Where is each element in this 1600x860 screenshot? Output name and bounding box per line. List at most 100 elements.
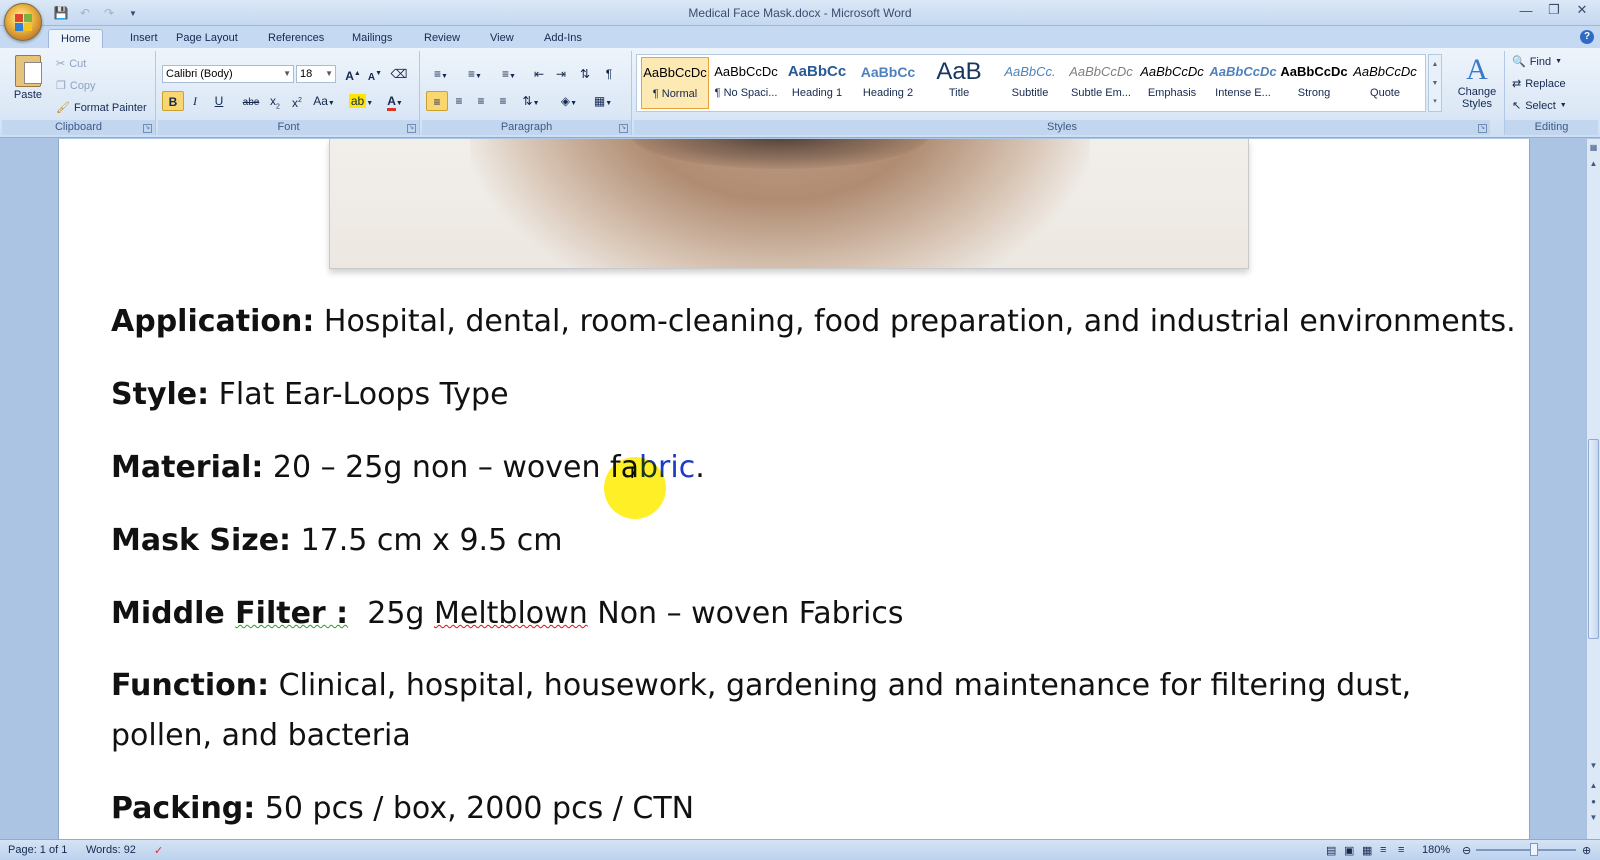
style-intense-emphasis[interactable]: AaBbCcDc Intense E...	[1209, 57, 1277, 109]
bold-button[interactable]: B	[162, 91, 184, 111]
highlight-button[interactable]: ab ▼	[346, 91, 376, 111]
align-left-button[interactable]: ≡	[426, 91, 448, 111]
align-right-button[interactable]: ≡	[470, 91, 492, 111]
more-styles-icon[interactable]: ▾	[1429, 93, 1441, 111]
application-paragraph[interactable]: Application: Hospital, dental, room-clea…	[111, 304, 1516, 339]
superscript-button[interactable]: x2	[286, 91, 308, 111]
style-subtle-emphasis[interactable]: AaBbCcDc Subtle Em...	[1067, 57, 1135, 109]
zoom-slider[interactable]	[1476, 849, 1576, 851]
replace-button[interactable]: ⇄ Replace	[1512, 77, 1566, 91]
packing-paragraph[interactable]: Packing: 50 pcs / box, 2000 pcs / CTN	[111, 791, 694, 826]
next-page-icon[interactable]: ▼	[1587, 811, 1600, 824]
style-strong[interactable]: AaBbCcDc Strong	[1280, 57, 1348, 109]
justify-button[interactable]: ≡	[492, 91, 514, 111]
bullets-button[interactable]: ≡▼	[426, 64, 456, 84]
print-layout-icon[interactable]: ▤	[1326, 844, 1336, 857]
decrease-indent-button[interactable]: ⇤	[528, 64, 550, 84]
change-case-button[interactable]: Aa▼	[310, 91, 338, 111]
web-layout-icon[interactable]: ▦	[1362, 844, 1372, 857]
shading-button[interactable]: ◈▼	[554, 91, 584, 111]
mask-size-paragraph[interactable]: Mask Size: 17.5 cm x 9.5 cm	[111, 523, 562, 558]
clipboard-launcher-icon[interactable]: ↘	[143, 124, 152, 133]
help-icon[interactable]: ?	[1580, 30, 1594, 44]
face-mask-image[interactable]	[329, 139, 1249, 269]
increase-indent-button[interactable]: ⇥	[550, 64, 572, 84]
styles-launcher-icon[interactable]: ↘	[1478, 124, 1487, 133]
scroll-up-icon[interactable]: ▲	[1587, 157, 1600, 170]
style-subtitle[interactable]: AaBbCc. Subtitle	[996, 57, 1064, 109]
shrink-font-button[interactable]: A▼	[364, 64, 386, 84]
function-paragraph[interactable]: Function: Clinical, hospital, housework,…	[111, 661, 1471, 761]
tab-view[interactable]: View	[478, 29, 526, 48]
ruler-toggle-icon[interactable]: ▦	[1587, 141, 1600, 154]
sort-button[interactable]: ⇅	[574, 64, 596, 84]
tab-mailings[interactable]: Mailings	[340, 29, 404, 48]
show-hide-button[interactable]: ¶	[598, 64, 620, 84]
brush-icon: 🖌	[56, 102, 70, 114]
paragraph-launcher-icon[interactable]: ↘	[619, 124, 628, 133]
numbering-button[interactable]: ≡▼	[460, 64, 490, 84]
page-indicator[interactable]: Page: 1 of 1	[8, 844, 67, 856]
tab-review[interactable]: Review	[412, 29, 472, 48]
style-quote[interactable]: AaBbCcDc Quote	[1351, 57, 1419, 109]
document-page[interactable]: Application: Hospital, dental, room-clea…	[58, 139, 1530, 839]
strikethrough-button[interactable]: abe	[240, 91, 262, 111]
copy-button[interactable]: ❐ Copy	[56, 79, 96, 93]
style-normal[interactable]: AaBbCcDc ¶ Normal	[641, 57, 709, 109]
browse-object-icon[interactable]: ●	[1587, 795, 1600, 808]
underline-button[interactable]: U	[208, 91, 230, 111]
close-icon[interactable]: ✕	[1568, 0, 1596, 20]
style-paragraph[interactable]: Style: Flat Ear-Loops Type	[111, 377, 509, 412]
chevron-down-icon[interactable]: ▼	[1429, 74, 1441, 93]
zoom-out-icon[interactable]: ⊖	[1462, 844, 1471, 857]
style-no-spacing[interactable]: AaBbCcDc ¶ No Spaci...	[712, 57, 780, 109]
cut-button[interactable]: ✂ Cut	[56, 57, 86, 71]
zoom-level[interactable]: 180%	[1422, 844, 1450, 856]
font-launcher-icon[interactable]: ↘	[407, 124, 416, 133]
proofing-icon[interactable]: ✓	[154, 844, 163, 857]
multilevel-list-button[interactable]: ≡▼	[494, 64, 524, 84]
font-color-button[interactable]: A▼	[380, 91, 410, 111]
scroll-down-icon[interactable]: ▼	[1587, 759, 1600, 772]
style-heading-2[interactable]: AaBbCc Heading 2	[854, 57, 922, 109]
chevron-up-icon[interactable]: ▲	[1429, 55, 1441, 74]
tab-page-layout[interactable]: Page Layout	[164, 29, 250, 48]
vertical-scrollbar[interactable]: ▦ ▲ ▼ ▲ ● ▼	[1586, 139, 1600, 839]
tab-add-ins[interactable]: Add-Ins	[532, 29, 594, 48]
find-button[interactable]: 🔍 Find ▼	[1512, 55, 1562, 69]
style-emphasis[interactable]: AaBbCcDc Emphasis	[1138, 57, 1206, 109]
change-styles-button[interactable]: A Change Styles	[1452, 54, 1502, 111]
select-button[interactable]: ↖ Select ▼	[1512, 99, 1567, 113]
italic-button[interactable]: I	[184, 91, 206, 111]
middle-filter-text-c: Non – woven Fabrics	[587, 596, 904, 631]
middle-filter-paragraph[interactable]: Middle Filter : 25g Meltblown Non – wove…	[111, 596, 904, 631]
word-count[interactable]: Words: 92	[86, 844, 136, 856]
zoom-slider-knob[interactable]	[1530, 843, 1538, 856]
window-title: Medical Face Mask.docx - Microsoft Word	[688, 6, 912, 20]
tab-insert[interactable]: Insert	[118, 29, 170, 48]
font-name-combo[interactable]: Calibri (Body) ▼	[162, 65, 294, 83]
style-heading-1[interactable]: AaBbCc Heading 1	[783, 57, 851, 109]
paste-button[interactable]: Paste	[8, 55, 48, 101]
zoom-in-icon[interactable]: ⊕	[1582, 844, 1591, 857]
previous-page-icon[interactable]: ▲	[1587, 779, 1600, 792]
style-title[interactable]: AaB Title	[925, 57, 993, 109]
full-screen-reading-icon[interactable]: ▣	[1344, 844, 1354, 857]
scroll-thumb[interactable]	[1588, 439, 1599, 639]
borders-button[interactable]: ▦▼	[588, 91, 618, 111]
clear-formatting-button[interactable]: ⌫	[388, 64, 410, 84]
tab-references[interactable]: References	[256, 29, 336, 48]
align-center-button[interactable]: ≡	[448, 91, 470, 111]
minimize-icon[interactable]: —	[1512, 0, 1540, 20]
outline-icon[interactable]: ≡	[1380, 844, 1386, 856]
office-button[interactable]	[4, 3, 42, 41]
grow-font-button[interactable]: A▲	[342, 64, 364, 84]
subscript-button[interactable]: x2	[264, 91, 286, 111]
draft-icon[interactable]: ≡	[1398, 844, 1404, 856]
format-painter-button[interactable]: 🖌 Format Painter	[56, 101, 147, 115]
font-size-combo[interactable]: 18 ▼	[296, 65, 336, 83]
restore-icon[interactable]: ❐	[1540, 0, 1568, 20]
tab-home[interactable]: Home	[48, 29, 104, 48]
style-gallery-scroll[interactable]: ▲ ▼ ▾	[1428, 54, 1442, 112]
line-spacing-button[interactable]: ⇅▼	[516, 91, 546, 111]
